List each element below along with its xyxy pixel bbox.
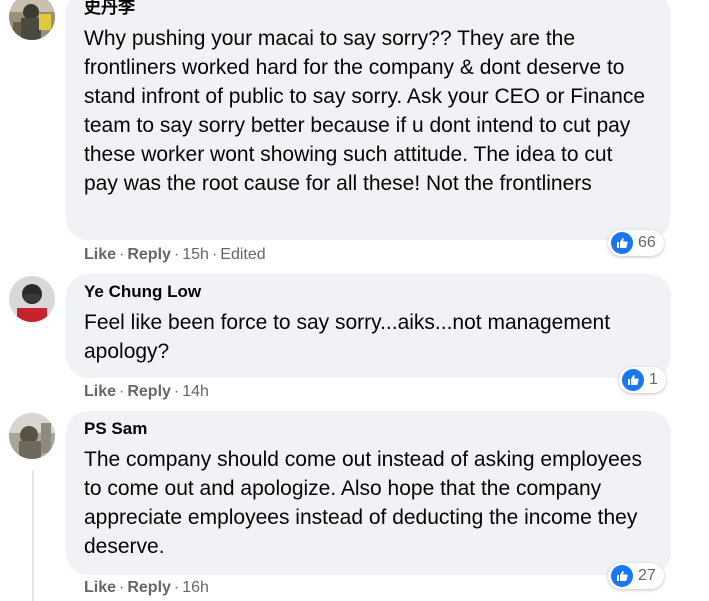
reaction-count: 66: [638, 234, 656, 251]
thumbs-up-icon: [611, 565, 633, 587]
avatar-image: [9, 276, 55, 322]
timestamp[interactable]: 16h: [182, 579, 209, 596]
author-name[interactable]: PS Sam: [84, 419, 649, 439]
thumbs-up-icon: [611, 232, 633, 254]
like-button[interactable]: Like: [84, 579, 116, 596]
thumbs-up-icon: [622, 369, 644, 391]
comment-text: Feel like been force to say sorry...aiks…: [84, 311, 611, 363]
reaction-badge[interactable]: 66: [608, 230, 664, 256]
reaction-count: 1: [649, 371, 658, 388]
comment-bubble: PS Sam The company should come out inste…: [66, 411, 671, 575]
reply-button[interactable]: Reply: [127, 246, 171, 263]
author-name[interactable]: Ye Chung Low: [84, 282, 649, 302]
comment-text: Why pushing your macai to say sorry?? Th…: [84, 27, 646, 195]
timestamp[interactable]: 14h: [182, 383, 209, 400]
comment-actions: Like · Reply · 15h · Edited: [84, 246, 266, 263]
avatar-image: [9, 0, 55, 40]
timestamp[interactable]: 15h: [182, 246, 209, 263]
avatar[interactable]: [9, 413, 55, 459]
comment-bubble: 史丹李 Why pushing your macai to say sorry?…: [66, 0, 670, 240]
edited-label: Edited: [220, 246, 266, 263]
comment-bubble: Ye Chung Low Feel like been force to say…: [66, 274, 671, 378]
reaction-badge[interactable]: 1: [619, 367, 666, 393]
avatar-image: [9, 413, 55, 459]
avatar[interactable]: [9, 276, 55, 322]
comment-actions: Like · Reply · 14h: [84, 383, 209, 400]
like-button[interactable]: Like: [84, 383, 116, 400]
thread-line: [32, 470, 34, 601]
comment-text: The company should come out instead of a…: [84, 448, 642, 558]
reply-button[interactable]: Reply: [127, 383, 171, 400]
avatar[interactable]: [9, 0, 55, 40]
reaction-badge[interactable]: 27: [608, 563, 664, 589]
reaction-count: 27: [638, 567, 656, 584]
like-button[interactable]: Like: [84, 246, 116, 263]
comment-actions: Like · Reply · 16h: [84, 579, 209, 596]
author-name[interactable]: 史丹李: [84, 0, 648, 18]
reply-button[interactable]: Reply: [127, 579, 171, 596]
